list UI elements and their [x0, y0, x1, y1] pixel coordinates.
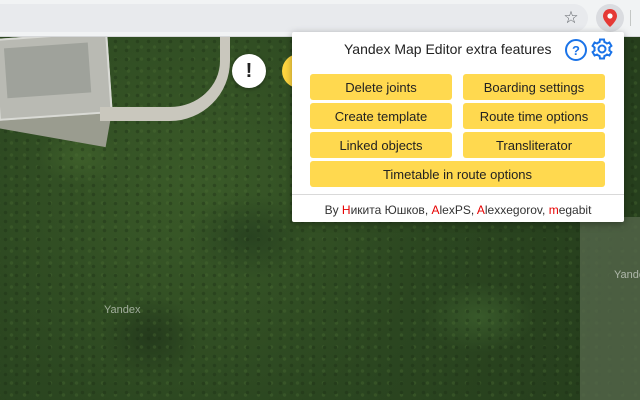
building-roof: [3, 42, 92, 99]
popup-divider: [292, 194, 624, 195]
star-icon[interactable]: ☆: [560, 6, 582, 28]
credits: By Никита Юшков, AlexPS, Alexxegorov, me…: [292, 203, 624, 217]
linked-objects-button[interactable]: Linked objects: [310, 132, 452, 158]
author-name: lexPS: [439, 203, 471, 217]
author-separator: ,: [542, 203, 549, 217]
clearing: [580, 217, 640, 400]
route-time-options-button[interactable]: Route time options: [463, 103, 605, 129]
extension-popup: Yandex Map Editor extra features ? Delet…: [292, 32, 624, 222]
author-name: egabit: [558, 203, 592, 217]
warning-button[interactable]: !: [232, 54, 266, 88]
popup-title: Yandex Map Editor extra features: [344, 41, 552, 57]
address-bar[interactable]: [0, 4, 588, 32]
map-pin-icon: [603, 9, 617, 27]
toolbar-separator: [630, 10, 631, 26]
author-name: икита Юшков: [350, 203, 425, 217]
boarding-settings-button[interactable]: Boarding settings: [463, 74, 605, 100]
create-template-button[interactable]: Create template: [310, 103, 452, 129]
exclamation-icon: !: [245, 59, 253, 82]
extension-button[interactable]: [596, 4, 624, 32]
author-initial: Н: [341, 203, 351, 217]
credits-prefix: By: [324, 203, 342, 217]
gear-icon[interactable]: [590, 37, 614, 61]
help-icon[interactable]: ?: [565, 39, 587, 61]
author-initial: A: [476, 203, 485, 217]
transliterator-button[interactable]: Transliterator: [463, 132, 605, 158]
building: [0, 37, 113, 121]
author-name: lexxegorov: [484, 203, 543, 217]
delete-joints-button[interactable]: Delete joints: [310, 74, 452, 100]
author-initial: A: [431, 203, 440, 217]
map-watermark-right: Yande: [614, 269, 640, 281]
map-watermark: Yandex: [104, 304, 141, 316]
author-initial: m: [548, 203, 559, 217]
timetable-route-options-button[interactable]: Timetable in route options: [310, 161, 605, 187]
